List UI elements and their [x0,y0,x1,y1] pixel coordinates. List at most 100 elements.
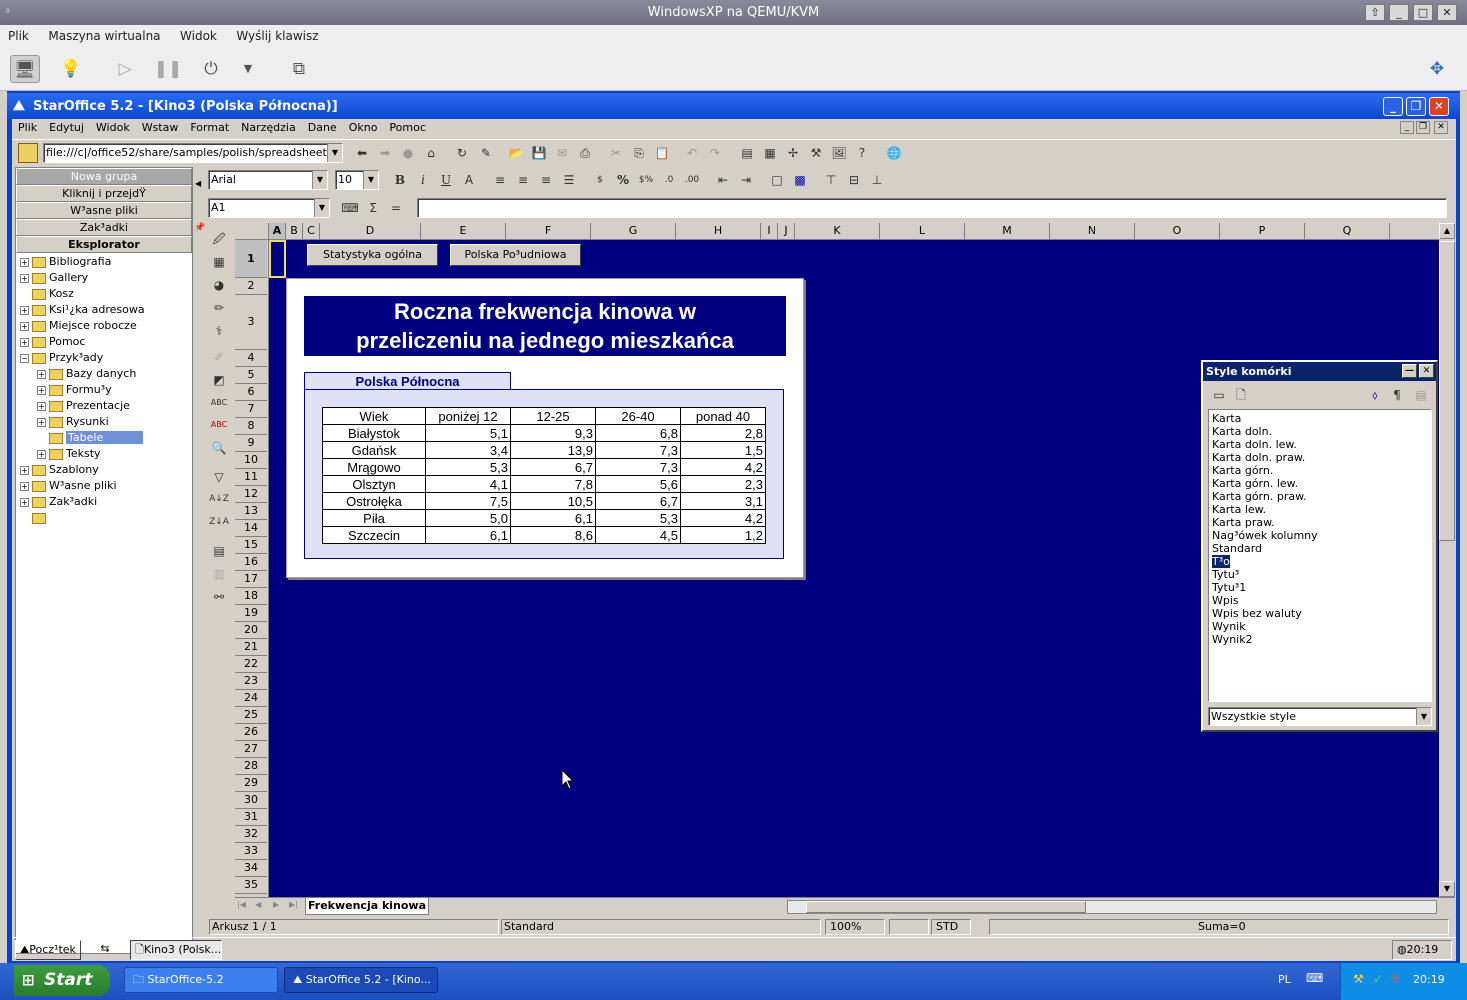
expander-icon[interactable]: + [20,305,29,315]
vertical-scroll-thumb[interactable] [1439,241,1455,541]
justify-icon[interactable]: ☰ [559,170,579,190]
pin-icon[interactable]: 📌 [194,223,205,235]
row-header[interactable]: 29 [235,775,267,792]
reload-icon[interactable]: ↻ [452,143,472,163]
column-header[interactable]: F [506,223,591,239]
font-color-icon[interactable]: A [459,170,479,190]
style-item[interactable]: Karta [1209,412,1431,425]
horizontal-scroll-thumb[interactable] [806,901,1086,913]
page-styles-icon[interactable]: 🗋 [1231,385,1251,405]
style-item[interactable]: Wynik [1209,620,1431,633]
last-sheet-icon[interactable]: ▶| [289,900,298,909]
row-header[interactable]: 32 [235,826,267,843]
row-header[interactable]: 3 [235,295,267,350]
next-sheet-icon[interactable]: ▶ [273,900,279,909]
navigator-icon[interactable]: ✢ [783,143,803,163]
percent-icon[interactable]: % [613,170,633,190]
row-header[interactable]: 2 [235,278,267,295]
value-cell[interactable]: 4,2 [680,458,766,476]
row-header[interactable]: 9 [235,435,267,452]
styles-filter-dropdown-icon[interactable]: ▼ [1416,708,1431,725]
stop-icon[interactable]: ● [398,143,418,163]
font-name-box[interactable]: Arial ▼ [208,170,328,190]
value-cell[interactable]: 4,2 [680,509,766,527]
style-item[interactable]: Tytu³ [1209,568,1431,581]
expander-icon[interactable]: + [20,481,29,491]
menu-okno[interactable]: Okno [343,119,384,137]
tree-item[interactable]: + Miejsce robocze [16,318,192,334]
tree-item[interactable]: + W³asne pliki [16,478,192,494]
value-cell[interactable]: 6,7 [595,492,681,510]
column-header[interactable]: I [761,223,778,239]
globe-icon[interactable]: 🌐 [884,143,904,163]
keyboard-icon[interactable]: ⌨ [1306,971,1323,985]
row-header[interactable]: 19 [235,605,267,622]
open-icon[interactable]: 📂 [506,143,526,163]
monitor-icon[interactable]: 🖥 [10,55,40,83]
value-cell[interactable]: 5,3 [595,509,681,527]
active-cell-a1[interactable] [269,240,286,278]
collapse-explorer-icon[interactable]: ◀ [195,179,203,189]
row-header[interactable]: 18 [235,588,267,605]
expander-icon[interactable]: + [37,369,46,379]
row-header[interactable]: 23 [235,673,267,690]
column-header[interactable]: G [591,223,676,239]
expander-icon[interactable]: + [20,273,29,283]
expander-icon[interactable]: + [20,257,29,267]
form-icon[interactable]: ⚕ [209,321,229,341]
value-cell[interactable]: 8,6 [510,526,596,544]
group-button-nowa[interactable]: Nowa grupa [16,168,192,185]
lightbulb-icon[interactable]: 💡 [56,55,86,83]
row-header[interactable]: 30 [235,792,267,809]
save-icon[interactable]: 💾 [529,143,549,163]
edit-mode-icon[interactable]: ✐ [209,347,229,367]
row-header[interactable]: 17 [235,571,267,588]
row-header[interactable]: 10 [235,452,267,469]
value-cell[interactable]: 3,1 [680,492,766,510]
filter-icon[interactable]: ▽ [209,467,229,487]
font-dropdown-icon[interactable]: ▼ [312,171,327,189]
value-cell[interactable]: 6,8 [595,424,681,442]
align-right-icon[interactable]: ≡ [536,170,556,190]
column-header[interactable]: N [1050,223,1135,239]
column-header[interactable]: A [269,223,286,239]
align-bottom-icon[interactable]: ⊥ [867,170,887,190]
minimize-button[interactable]: _ [1383,97,1403,116]
city-cell[interactable]: Gdańsk [322,441,426,459]
tree-item[interactable]: + Ksi¹¿ka adresowa [16,302,192,318]
column-header[interactable]: K [795,223,880,239]
undo-icon[interactable]: ↶ [682,143,702,163]
stylist-icon[interactable]: ⚒ [806,143,826,163]
taskbar-item-staroffice-window[interactable]: ⛰ StarOffice 5.2 - [Kino... [284,967,438,993]
style-item[interactable]: Karta doln. praw. [1209,451,1431,464]
sheet-tab-frekwencja[interactable]: Frekwencja kinowa [305,898,429,915]
row-header[interactable]: 25 [235,707,267,724]
chart-icon[interactable]: ◕ [209,275,229,295]
gallery-icon[interactable]: 🖼 [829,143,849,163]
style-item[interactable]: Standard [1209,542,1431,555]
value-cell[interactable]: 13,9 [510,441,596,459]
styles-panel-close-button[interactable]: ✕ [1419,364,1434,378]
insert-icon[interactable]: 🖉 [209,229,229,249]
status-zoom[interactable]: 100% [825,919,885,935]
row-header[interactable]: 1 [235,240,267,278]
expander-icon[interactable]: + [37,385,46,395]
row-header[interactable]: 35 [235,877,267,894]
value-cell[interactable]: 5,1 [425,424,511,442]
scroll-down-icon[interactable]: ▼ [1439,881,1455,897]
back-icon[interactable]: ⬅ [352,143,372,163]
select-all-corner[interactable] [235,223,269,239]
expander-icon[interactable]: + [20,337,29,347]
row-header[interactable]: 20 [235,622,267,639]
align-center-icon[interactable]: ≡ [513,170,533,190]
italic-icon[interactable]: i [413,170,433,190]
tree-item[interactable]: + Szablony [16,462,192,478]
doc-close-button[interactable]: ✕ [1434,121,1448,134]
align-top-icon[interactable]: ⊤ [821,170,841,190]
table-header-cell[interactable]: poniżej 12 [425,407,511,425]
underline-icon[interactable]: U [436,170,456,190]
tree-item[interactable]: + Prezentacje [16,398,192,414]
row-header[interactable]: 5 [235,367,267,384]
edit-file-icon[interactable]: ✎ [476,143,496,163]
value-cell[interactable]: 10,5 [510,492,596,510]
